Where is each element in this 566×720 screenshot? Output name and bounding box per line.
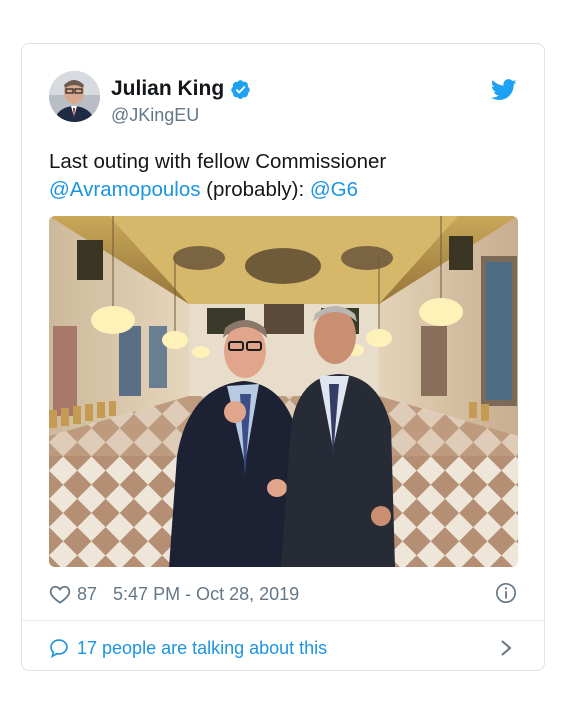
info-icon[interactable]	[495, 582, 517, 604]
tweet-timestamp[interactable]: 5:47 PM - Oct 28, 2019	[113, 584, 299, 605]
divider	[22, 620, 544, 621]
heart-icon[interactable]	[49, 584, 71, 604]
tweet-text-part1: Last outing with fellow Commissioner	[49, 150, 387, 173]
twitter-bird-icon[interactable]	[491, 79, 517, 101]
avatar[interactable]	[49, 71, 100, 122]
conversation-label[interactable]: 17 people are talking about this	[77, 638, 327, 659]
tweet-meta: 87 5:47 PM - Oct 28, 2019	[49, 580, 517, 608]
chevron-right-icon[interactable]	[499, 639, 513, 657]
tweet-header: Julian King @JKingEU	[49, 71, 517, 125]
mention-avramopoulos-link[interactable]: @Avramopoulos	[49, 178, 200, 201]
tweet-text: Last outing with fellow Commissioner @Avr…	[49, 148, 519, 204]
speech-bubble-icon	[50, 639, 68, 658]
tweet-text-part2: (probably):	[200, 178, 310, 201]
author-handle[interactable]: @JKingEU	[111, 105, 199, 126]
tweet-photo[interactable]	[49, 216, 518, 567]
tweet-card[interactable]: Julian King @JKingEU Last outing with fe…	[21, 43, 545, 671]
author-name[interactable]: Julian King	[111, 77, 224, 101]
author-name-row[interactable]: Julian King	[111, 77, 251, 101]
mention-g6-link[interactable]: @G6	[310, 178, 358, 201]
verified-badge-icon	[231, 79, 250, 99]
like-count[interactable]: 87	[77, 584, 97, 605]
photo-hall-illustration	[49, 216, 518, 567]
conversation-link[interactable]: 17 people are talking about this	[49, 632, 517, 664]
